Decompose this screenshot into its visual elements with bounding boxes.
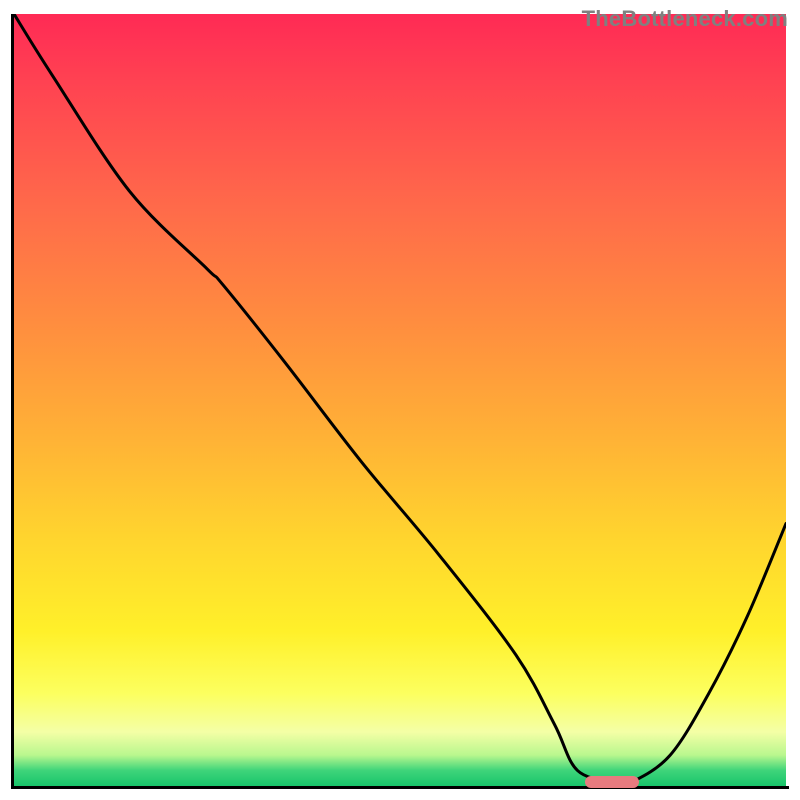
plot-area	[14, 14, 786, 786]
bottleneck-curve	[14, 14, 786, 786]
x-axis	[11, 786, 789, 789]
bottleneck-chart: TheBottleneck.com	[0, 0, 800, 800]
optimal-range-marker	[585, 776, 639, 788]
attribution-text: TheBottleneck.com	[582, 6, 788, 32]
